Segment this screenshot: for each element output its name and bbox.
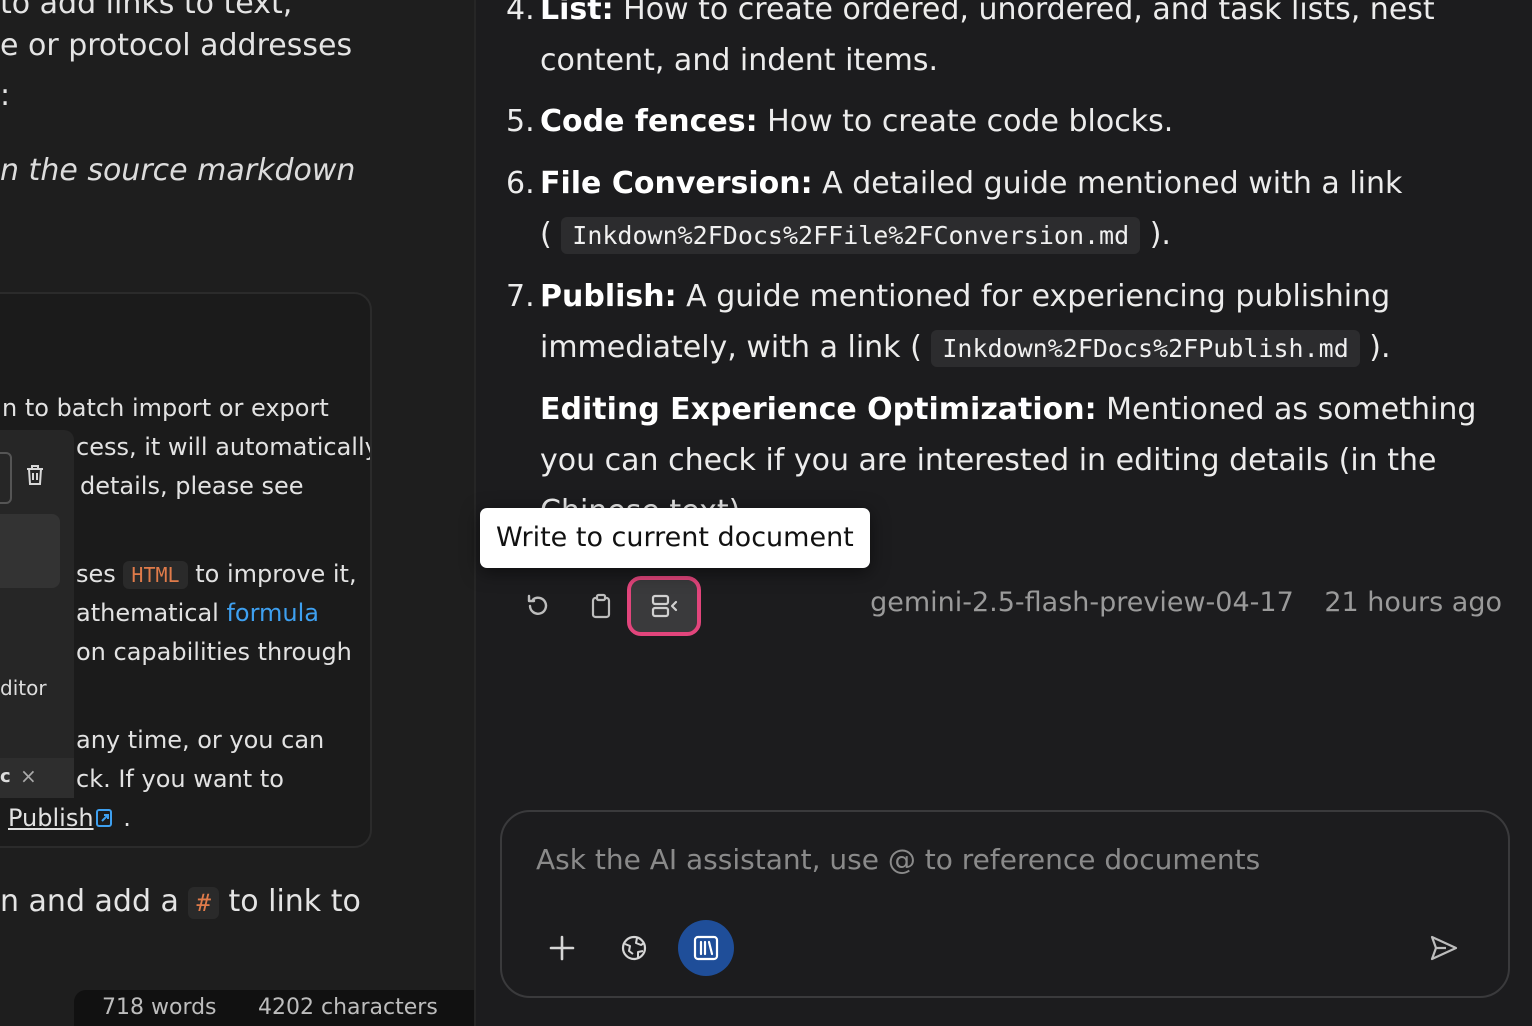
card-text-line: ses HTML to improve it, bbox=[76, 560, 357, 589]
list-item: 7. Publish: A guide mentioned for experi… bbox=[506, 271, 1480, 374]
list-item: 6. File Conversion: A detailed guide men… bbox=[506, 158, 1480, 261]
side-panel-input[interactable] bbox=[0, 452, 12, 504]
list-number: 4. bbox=[506, 0, 535, 27]
paren-close: ). bbox=[1369, 330, 1391, 365]
list-item: 4. List: How to create ordered, unordere… bbox=[506, 0, 1480, 86]
list-item-title: Editing Experience Optimization: bbox=[540, 392, 1097, 427]
list-item: 5. Code fences: How to create code block… bbox=[506, 96, 1480, 147]
list-item-title: Code fences: bbox=[540, 104, 758, 139]
add-button[interactable] bbox=[534, 920, 590, 976]
card-text: athematical bbox=[76, 599, 219, 627]
card-text: ses bbox=[76, 560, 116, 588]
web-search-button[interactable] bbox=[606, 920, 662, 976]
card-text-line: athematical formula bbox=[76, 599, 319, 627]
editor-text-line: e or protocol addresses bbox=[0, 28, 353, 63]
editor-text-line: n and add a # to link to bbox=[0, 884, 361, 919]
editor-text-line: to add links to text, bbox=[0, 0, 293, 21]
card-text-line: details, please see bbox=[80, 472, 304, 500]
file-conversion-link-code: Inkdown%2FDocs%2FFile%2FConversion.md bbox=[561, 217, 1141, 254]
message-meta: gemini-2.5-flash-preview-04-17 21 hours … bbox=[870, 587, 1502, 618]
inline-code: # bbox=[188, 887, 219, 919]
editor-text: to link to bbox=[228, 884, 361, 919]
card-text: to improve it, bbox=[195, 560, 357, 588]
tooltip: Write to current document bbox=[480, 508, 870, 568]
publish-link-code: Inkdown%2FDocs%2FPublish.md bbox=[931, 330, 1360, 367]
send-button[interactable] bbox=[1416, 920, 1472, 976]
close-icon[interactable]: × bbox=[20, 764, 37, 788]
clipboard-icon bbox=[591, 593, 611, 619]
trash-icon[interactable] bbox=[22, 462, 48, 492]
send-icon bbox=[1430, 935, 1458, 961]
knowledge-base-button[interactable] bbox=[678, 920, 734, 976]
editor-pane: to add links to text, e or protocol addr… bbox=[0, 0, 476, 1026]
card-text-line: Publish . bbox=[8, 804, 131, 832]
paren-open: ( bbox=[910, 330, 922, 365]
copy-button[interactable] bbox=[575, 580, 627, 632]
formula-link[interactable]: formula bbox=[226, 599, 319, 627]
refresh-icon bbox=[527, 594, 548, 615]
link-doc-icon bbox=[95, 809, 112, 827]
chat-composer bbox=[500, 810, 1510, 998]
card-text-line: n to batch import or export bbox=[2, 394, 329, 422]
write-to-document-icon bbox=[651, 594, 678, 618]
list-number: 7. bbox=[506, 279, 535, 314]
status-bar: 718 words 4202 characters bbox=[74, 990, 474, 1026]
message-time: 21 hours ago bbox=[1324, 587, 1502, 618]
card-text-line: ck. If you want to bbox=[76, 765, 284, 793]
editor-italic-line: n the source markdown bbox=[0, 153, 356, 188]
card-text: . bbox=[123, 804, 131, 832]
inline-code: HTML bbox=[123, 561, 188, 589]
side-tab-label: c bbox=[0, 766, 11, 787]
word-count: 718 words bbox=[102, 995, 217, 1020]
list-item-title: List: bbox=[540, 0, 614, 27]
list-item-text: How to create code blocks. bbox=[757, 104, 1174, 139]
list-item-title: File Conversion: bbox=[540, 166, 813, 201]
editor-text: n and add a bbox=[0, 884, 179, 919]
globe-icon bbox=[621, 935, 647, 961]
side-panel-item[interactable] bbox=[0, 514, 60, 588]
write-to-document-button[interactable] bbox=[627, 576, 701, 636]
list-item-title: Publish: bbox=[540, 279, 677, 314]
list-item-text: A detailed guide mentioned with a link bbox=[812, 166, 1403, 201]
list-item: 8. Editing Experience Optimization: Ment… bbox=[540, 384, 1480, 512]
side-panel-label: ditor bbox=[0, 676, 47, 700]
paren-open: ( bbox=[540, 217, 552, 252]
plus-icon bbox=[549, 935, 575, 961]
card-text-line: cess, it will automatically bbox=[76, 433, 372, 461]
publish-link[interactable]: Publish bbox=[8, 804, 94, 832]
card-text-line: on capabilities through bbox=[76, 638, 352, 666]
editor-text-line: : bbox=[0, 78, 11, 113]
side-tab[interactable]: c × bbox=[0, 758, 74, 798]
chat-input[interactable] bbox=[534, 842, 1438, 877]
regenerate-button[interactable] bbox=[512, 580, 564, 632]
library-icon bbox=[693, 935, 719, 961]
list-number: 6. bbox=[506, 166, 535, 201]
ai-chat-pane: 4. List: How to create ordered, unordere… bbox=[476, 0, 1532, 1026]
model-name: gemini-2.5-flash-preview-04-17 bbox=[870, 587, 1294, 618]
list-number: 5. bbox=[506, 104, 535, 139]
paren-close: ). bbox=[1149, 217, 1171, 252]
list-item-text: How to create ordered, unordered, and ta… bbox=[540, 0, 1435, 78]
character-count: 4202 characters bbox=[258, 995, 438, 1020]
card-text-line: any time, or you can bbox=[76, 726, 325, 754]
